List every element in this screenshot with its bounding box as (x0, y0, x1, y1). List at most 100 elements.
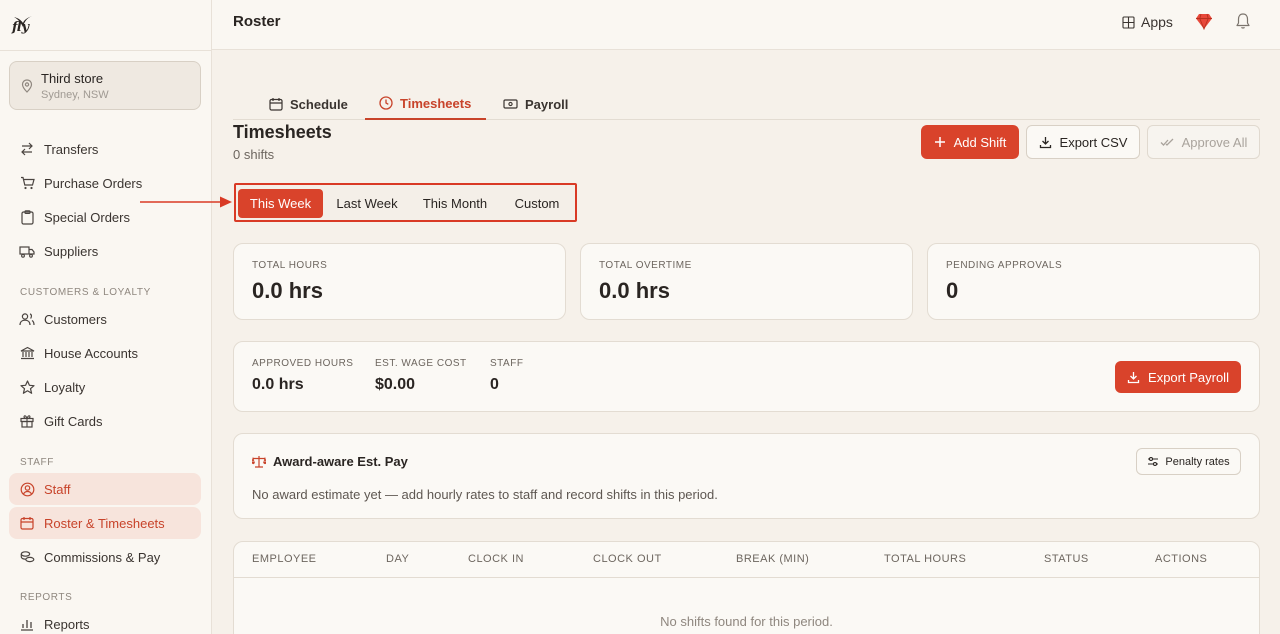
stat-value: 0.0 hrs (252, 278, 323, 303)
page-header-title: Roster (233, 13, 281, 30)
page-title: Timesheets (233, 122, 332, 142)
column-header-actions: ACTIONS (1155, 553, 1208, 565)
summary-value: 0.0 hrs (252, 376, 304, 393)
bank-icon (19, 345, 35, 361)
summary-label: EST. WAGE COST (375, 358, 467, 369)
sidebar: fly Third store Sydney, NSW Transfers Pu… (0, 0, 212, 634)
users-icon (19, 311, 35, 327)
table-header-divider (234, 577, 1259, 578)
period-this-week[interactable]: This Week (238, 189, 323, 218)
location-pin-icon (21, 79, 33, 93)
sidebar-item-label: Loyalty (44, 379, 86, 395)
export-payroll-button[interactable]: Export Payroll (1115, 361, 1241, 393)
grid-icon (1122, 15, 1135, 29)
stat-card-total-hours: TOTAL HOURS 0.0 hrs (233, 243, 566, 320)
cart-icon (19, 175, 35, 191)
column-header-clock-out[interactable]: CLOCK OUT (593, 553, 662, 565)
timesheet-table: EMPLOYEE DAY CLOCK IN CLOCK OUT BREAK (M… (233, 541, 1260, 634)
add-shift-label: Add Shift (953, 134, 1007, 150)
sidebar-item-label: Suppliers (44, 243, 99, 259)
column-header-employee[interactable]: EMPLOYEE (252, 553, 317, 565)
download-icon (1127, 371, 1140, 383)
stat-value: 0.0 hrs (599, 278, 670, 303)
section-label-reports: REPORTS (20, 592, 73, 603)
truck-icon (19, 243, 35, 259)
clock-icon (379, 96, 393, 110)
export-payroll-label: Export Payroll (1148, 369, 1229, 385)
stat-card-pending-approvals: PENDING APPROVALS 0 (927, 243, 1260, 320)
stat-value: 0 (946, 278, 959, 303)
sidebar-item-label: House Accounts (44, 345, 138, 361)
store-location: Sydney, NSW (41, 89, 109, 101)
column-header-status[interactable]: STATUS (1044, 553, 1089, 565)
coins-icon (19, 549, 35, 565)
bell-icon[interactable] (1235, 12, 1251, 30)
summary-label: STAFF (490, 358, 524, 369)
annotation-arrow-icon (140, 196, 232, 208)
sidebar-item-transfers[interactable]: Transfers (9, 133, 201, 165)
section-label-customers: CUSTOMERS & LOYALTY (20, 287, 151, 298)
user-circle-icon (19, 481, 35, 497)
column-header-day[interactable]: DAY (386, 553, 409, 565)
gem-icon[interactable] (1195, 13, 1213, 30)
star-icon (19, 379, 35, 395)
summary-label: APPROVED HOURS (252, 358, 354, 369)
double-check-icon (1160, 138, 1174, 146)
sidebar-item-staff[interactable]: Staff (9, 473, 201, 505)
sidebar-item-commissions-pay[interactable]: Commissions & Pay (9, 541, 201, 573)
approve-all-label: Approve All (1181, 134, 1248, 150)
empty-state-message: No shifts found for this period. (660, 614, 833, 629)
store-selector[interactable]: Third store Sydney, NSW (9, 61, 201, 110)
clipboard-icon (19, 209, 35, 225)
sidebar-item-suppliers[interactable]: Suppliers (9, 235, 201, 267)
award-title: Award-aware Est. Pay (273, 454, 408, 469)
scale-icon (252, 456, 266, 468)
shift-count: 0 shifts (233, 147, 275, 162)
tab-label: Schedule (290, 96, 348, 112)
apps-label: Apps (1141, 14, 1173, 30)
add-shift-button[interactable]: Add Shift (921, 125, 1019, 159)
approve-all-button[interactable]: Approve All (1147, 125, 1260, 159)
sidebar-item-roster-timesheets[interactable]: Roster & Timesheets (9, 507, 201, 539)
sidebar-item-label: Reports (44, 616, 90, 632)
tab-schedule[interactable]: Schedule (269, 88, 348, 120)
tab-timesheets[interactable]: Timesheets (365, 88, 486, 120)
tab-label: Payroll (525, 96, 569, 112)
column-header-break[interactable]: BREAK (MIN) (736, 553, 809, 565)
sidebar-item-house-accounts[interactable]: House Accounts (9, 337, 201, 369)
plus-icon (934, 137, 945, 147)
penalty-rates-button[interactable]: Penalty rates (1136, 448, 1241, 475)
stat-label: TOTAL OVERTIME (599, 260, 692, 271)
sidebar-divider (0, 50, 211, 51)
sidebar-item-reports[interactable]: Reports (9, 608, 201, 634)
sidebar-item-gift-cards[interactable]: Gift Cards (9, 405, 201, 437)
tab-label: Timesheets (400, 95, 472, 111)
sidebar-item-label: Customers (44, 311, 107, 327)
sidebar-item-label: Commissions & Pay (44, 549, 161, 565)
sidebar-item-customers[interactable]: Customers (9, 303, 201, 335)
sidebar-item-label: Special Orders (44, 209, 130, 225)
store-name: Third store (41, 71, 104, 86)
top-bar: Roster Apps (212, 0, 1280, 50)
transfer-icon (19, 141, 35, 157)
stat-card-total-overtime: TOTAL OVERTIME 0.0 hrs (580, 243, 913, 320)
money-icon (503, 99, 518, 109)
sidebar-item-label: Gift Cards (44, 413, 103, 429)
period-selector: This Week Last Week This Month Custom (234, 183, 577, 222)
apps-button[interactable]: Apps (1122, 14, 1173, 30)
summary-value: $0.00 (375, 376, 416, 393)
calendar-icon (269, 98, 283, 111)
award-estimate-card: Award-aware Est. Pay Penalty rates No aw… (233, 433, 1260, 519)
sidebar-item-loyalty[interactable]: Loyalty (9, 371, 201, 403)
column-header-total-hours[interactable]: TOTAL HOURS (884, 553, 966, 565)
period-last-week[interactable]: Last Week (326, 189, 408, 218)
period-this-month[interactable]: This Month (412, 189, 498, 218)
sidebar-item-label: Roster & Timesheets (44, 515, 165, 531)
sidebar-item-label: Purchase Orders (44, 175, 143, 191)
export-csv-button[interactable]: Export CSV (1026, 125, 1140, 159)
calendar-icon (19, 515, 35, 531)
period-custom[interactable]: Custom (502, 189, 572, 218)
tab-payroll[interactable]: Payroll (503, 88, 568, 120)
section-label-staff: STAFF (20, 457, 54, 468)
column-header-clock-in[interactable]: CLOCK IN (468, 553, 524, 565)
